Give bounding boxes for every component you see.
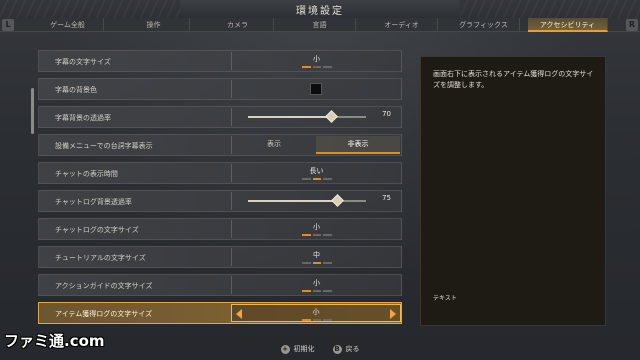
selector-value: 小 — [313, 223, 320, 231]
description-panel: 画面右下に表示されるアイテム獲得ログの文字サイズを調整します。 テキスト — [420, 56, 606, 326]
selector-indicator — [302, 66, 333, 68]
tab-audio[interactable]: オーディオ — [366, 18, 438, 32]
tab-general[interactable]: ゲーム全般 — [32, 18, 104, 32]
setting-row-subtitle-bg-opacity[interactable]: 字幕背景の透過率 70 — [38, 106, 402, 128]
slider-fill — [248, 116, 331, 118]
setting-row-action-guide-text-size[interactable]: アクションガイドの文字サイズ 小 — [38, 274, 402, 296]
setting-label: チュートリアルの文字サイズ — [55, 254, 146, 262]
color-swatch — [310, 83, 322, 95]
setting-row-chat-log-text-size[interactable]: チャットログの文字サイズ 小 — [38, 218, 402, 240]
watermark-logo: ファミ通.com — [4, 332, 105, 350]
selector-value: 小 — [312, 308, 320, 316]
toggle-option-show[interactable]: 表示 — [232, 136, 316, 154]
setting-label: チャットログ背景透過率 — [55, 198, 132, 206]
facility-menu-subtitles-toggle[interactable]: 表示 非表示 — [231, 136, 401, 154]
selector-value: 小 — [313, 55, 320, 63]
tab-graphics[interactable]: グラフィックス — [448, 18, 520, 32]
slider-track[interactable] — [248, 194, 366, 207]
setting-row-subtitle-bg-color[interactable]: 字幕の背景色 — [38, 78, 402, 100]
toggle-option-hide[interactable]: 非表示 — [316, 136, 400, 154]
chat-log-bg-opacity-slider[interactable]: 75 — [231, 192, 401, 210]
button-glyph-icon: + — [280, 344, 290, 354]
slider-thumb[interactable] — [330, 194, 344, 207]
selector-value: 小 — [313, 279, 320, 287]
title-ornament-right — [460, 0, 640, 18]
shoulder-l-button[interactable]: L — [2, 19, 14, 31]
slider-track[interactable] — [248, 110, 366, 123]
subtitle-size-selector[interactable]: 小 — [231, 52, 401, 70]
list-scrollbar[interactable] — [31, 88, 34, 134]
setting-label: 設備メニューでの台詞字幕表示 — [55, 142, 153, 150]
window-title: 環境設定 — [296, 6, 344, 17]
button-glyph-icon: B — [332, 344, 342, 354]
setting-row-facility-menu-subtitles[interactable]: 設備メニューでの台詞字幕表示 表示 非表示 — [38, 134, 402, 156]
back-label: 戻る — [345, 345, 360, 353]
setting-row-tutorial-text-size[interactable]: チュートリアルの文字サイズ 中 — [38, 246, 402, 268]
chat-log-text-size-selector[interactable]: 小 — [231, 220, 401, 238]
tab-accessibility[interactable]: アクセシビリティ — [528, 18, 608, 32]
title-bar: 環境設定 — [0, 0, 640, 18]
setting-label: チャットの表示時間 — [55, 170, 118, 178]
setting-label: アクションガイドの文字サイズ — [55, 282, 153, 290]
setting-row-item-log-text-size[interactable]: アイテム獲得ログの文字サイズ 小 — [38, 302, 402, 324]
selector-value: 長い — [309, 167, 324, 175]
selector-indicator — [302, 178, 333, 180]
tutorial-text-size-selector[interactable]: 中 — [231, 248, 401, 266]
tab-controls[interactable]: 操作 — [118, 18, 190, 32]
description-text: 画面右下に表示されるアイテム獲得ログの文字サイズを調整します。 — [433, 70, 594, 89]
selector-indicator — [302, 290, 333, 292]
tab-language[interactable]: 言語 — [284, 18, 356, 32]
setting-label: 字幕の背景色 — [55, 86, 97, 94]
subtitle-bg-color-picker[interactable] — [231, 80, 401, 98]
back-hint[interactable]: B 戻る — [332, 344, 360, 354]
selector-indicator — [302, 262, 333, 264]
slider-thumb[interactable] — [324, 110, 338, 123]
text-preview: テキスト — [433, 295, 457, 302]
reset-hint[interactable]: + 初期化 — [280, 344, 315, 354]
subtitle-bg-opacity-slider[interactable]: 70 — [231, 108, 401, 126]
arrow-right-icon[interactable] — [390, 309, 396, 319]
item-log-text-size-selector[interactable]: 小 — [231, 304, 401, 322]
setting-label: チャットログの文字サイズ — [55, 226, 139, 234]
slider-value: 75 — [382, 194, 391, 202]
tab-camera[interactable]: カメラ — [202, 18, 274, 32]
setting-row-chat-display-time[interactable]: チャットの表示時間 長い — [38, 162, 402, 184]
shoulder-r-button[interactable]: R — [626, 19, 638, 31]
reset-label: 初期化 — [293, 345, 315, 353]
title-ornament-left — [0, 0, 180, 18]
chat-display-time-selector[interactable]: 長い — [231, 164, 401, 182]
setting-row-chat-log-bg-opacity[interactable]: チャットログ背景透過率 75 — [38, 190, 402, 212]
selector-value: 中 — [313, 251, 320, 259]
slider-value: 70 — [382, 110, 391, 118]
setting-label: 字幕背景の透過率 — [55, 114, 111, 122]
setting-label: アイテム獲得ログの文字サイズ — [55, 310, 153, 318]
setting-row-subtitle-size[interactable]: 字幕の文字サイズ 小 — [38, 50, 402, 72]
selector-indicator — [302, 234, 333, 236]
action-guide-text-size-selector[interactable]: 小 — [231, 276, 401, 294]
slider-fill — [248, 200, 337, 202]
setting-label: 字幕の文字サイズ — [55, 58, 111, 66]
selector-indicator — [302, 319, 333, 321]
